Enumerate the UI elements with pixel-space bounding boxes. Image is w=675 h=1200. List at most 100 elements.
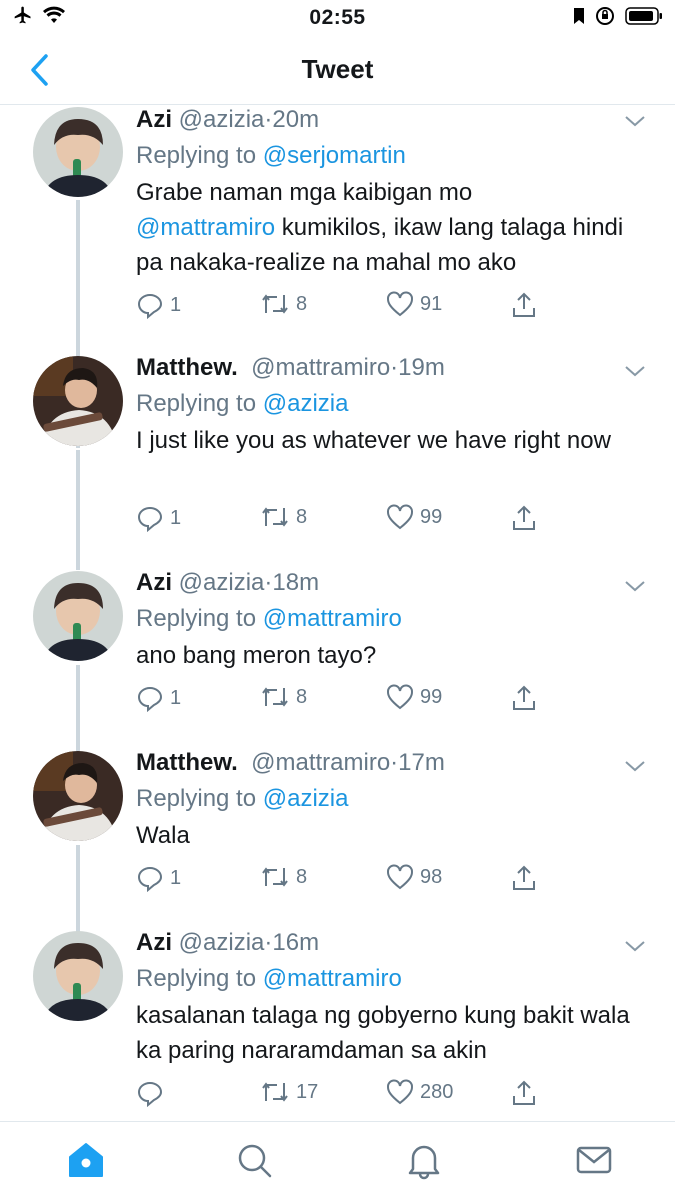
avatar[interactable] <box>33 571 123 661</box>
like-button[interactable]: 99 <box>386 684 442 710</box>
share-icon <box>513 1080 535 1105</box>
reply-button[interactable] <box>136 1079 170 1107</box>
replying-to: Replying to @mattramiro <box>136 962 651 996</box>
reply-button[interactable]: 1 <box>136 864 181 892</box>
reply-button[interactable]: 1 <box>136 684 181 712</box>
retweet-icon <box>262 1082 288 1102</box>
tweet-text: I just like you as whatever we have righ… <box>136 427 611 454</box>
replying-mention[interactable]: @mattramiro <box>263 965 402 992</box>
user-handle[interactable]: @azizia <box>179 929 265 956</box>
separator-dot: · <box>390 354 399 381</box>
tab-messages[interactable] <box>574 1140 614 1180</box>
like-button[interactable]: 99 <box>386 504 442 530</box>
retweet-count: 8 <box>296 505 308 528</box>
timestamp: 19m <box>398 354 445 381</box>
like-button[interactable]: 280 <box>386 1079 453 1105</box>
tweet-text: Wala <box>136 822 190 849</box>
user-handle[interactable]: @azizia <box>179 106 265 133</box>
like-button[interactable]: 91 <box>386 291 442 317</box>
tweet-text: ano bang meron tayo? <box>136 642 377 669</box>
avatar[interactable] <box>33 751 123 841</box>
share-button[interactable] <box>510 504 538 532</box>
chevron-down-icon[interactable] <box>623 754 647 778</box>
like-count: 98 <box>420 865 443 888</box>
retweet-button[interactable]: 17 <box>260 1079 318 1105</box>
chevron-down-icon[interactable] <box>623 574 647 598</box>
status-bar: 02:55 <box>0 0 675 36</box>
tweet-actions: 1 8 98 <box>136 864 556 898</box>
replying-mention[interactable]: @serjomartin <box>263 142 406 169</box>
retweet-count: 8 <box>296 865 308 888</box>
share-icon <box>513 685 535 710</box>
share-icon <box>513 505 535 530</box>
avatar[interactable] <box>33 931 123 1021</box>
replying-mention[interactable]: @azizia <box>263 785 349 812</box>
share-button[interactable] <box>510 291 538 319</box>
like-button[interactable]: 98 <box>386 864 442 890</box>
reply-icon <box>137 866 163 892</box>
search-icon <box>238 1144 272 1178</box>
tab-search[interactable] <box>234 1140 274 1180</box>
replying-label: Replying to <box>136 785 263 812</box>
timestamp: 20m <box>272 106 320 133</box>
reply-button[interactable]: 1 <box>136 504 181 532</box>
retweet-button[interactable]: 8 <box>260 291 307 317</box>
retweet-count: 8 <box>296 685 308 708</box>
replying-label: Replying to <box>136 605 263 632</box>
display-name[interactable]: Azi <box>136 929 172 956</box>
retweet-button[interactable]: 8 <box>260 684 307 710</box>
display-name[interactable]: Azi <box>136 106 172 133</box>
tweet-content: Azi @azizia·18m Replying to @mattramiro … <box>136 568 651 673</box>
tweet[interactable]: Azi @azizia·18m Replying to @mattramiro … <box>0 568 675 738</box>
display-name[interactable]: Matthew. <box>136 749 238 776</box>
reply-count: 1 <box>170 293 182 316</box>
tab-notifications[interactable] <box>404 1140 444 1180</box>
display-name[interactable]: Azi <box>136 569 172 596</box>
user-handle[interactable]: @azizia <box>179 569 265 596</box>
tweet-actions: 17 280 <box>136 1079 556 1113</box>
user-handle[interactable]: @mattramiro <box>251 749 390 776</box>
like-count: 99 <box>420 505 443 528</box>
replying-to: Replying to @mattramiro <box>136 602 651 636</box>
tab-home[interactable] <box>66 1140 106 1180</box>
retweet-button[interactable]: 8 <box>260 864 307 890</box>
replying-label: Replying to <box>136 390 263 417</box>
reply-count: 1 <box>170 866 182 889</box>
tweet[interactable]: Matthew. @mattramiro·17m Replying to @az… <box>0 748 675 918</box>
tweet-text: kasalanan talaga ng gobyerno kung bakit … <box>136 1002 630 1064</box>
tweet-mention[interactable]: @mattramiro <box>136 214 275 241</box>
retweet-button[interactable]: 8 <box>260 504 307 530</box>
retweet-icon <box>262 687 288 707</box>
share-button[interactable] <box>510 1079 538 1107</box>
tweet-header: Azi @azizia·20m <box>136 105 651 135</box>
tweet-header: Matthew. @mattramiro·19m <box>136 353 651 383</box>
battery-icon <box>625 7 662 25</box>
share-button[interactable] <box>510 684 538 712</box>
tweet[interactable]: Azi @azizia·16m Replying to @mattramiro … <box>0 928 675 1118</box>
chevron-down-icon[interactable] <box>623 359 647 383</box>
tweet[interactable]: Matthew. @mattramiro·19m Replying to @az… <box>0 353 675 563</box>
avatar[interactable] <box>33 356 123 446</box>
reply-button[interactable]: 1 <box>136 291 181 319</box>
replying-to: Replying to @azizia <box>136 387 651 421</box>
messages-icon <box>576 1146 612 1174</box>
display-name[interactable]: Matthew. <box>136 354 238 381</box>
share-button[interactable] <box>510 864 538 892</box>
chevron-down-icon[interactable] <box>623 934 647 958</box>
share-icon <box>513 292 535 317</box>
status-right <box>573 6 663 26</box>
reply-icon <box>137 1081 163 1107</box>
chevron-down-icon[interactable] <box>623 109 647 133</box>
avatar[interactable] <box>33 107 123 197</box>
tweet-actions: 1 8 99 <box>136 504 556 538</box>
replying-mention[interactable]: @azizia <box>263 390 349 417</box>
tweet[interactable]: Azi @azizia·20m Replying to @serjomartin… <box>0 105 675 345</box>
replying-to: Replying to @azizia <box>136 782 651 816</box>
retweet-icon <box>262 507 288 527</box>
tweet-text-part: Grabe naman mga kaibigan mo <box>136 179 473 206</box>
replying-mention[interactable]: @mattramiro <box>263 605 402 632</box>
bookmark-icon <box>574 8 584 24</box>
user-handle[interactable]: @mattramiro <box>251 354 390 381</box>
reply-icon <box>137 686 163 712</box>
retweet-count: 8 <box>296 292 308 315</box>
